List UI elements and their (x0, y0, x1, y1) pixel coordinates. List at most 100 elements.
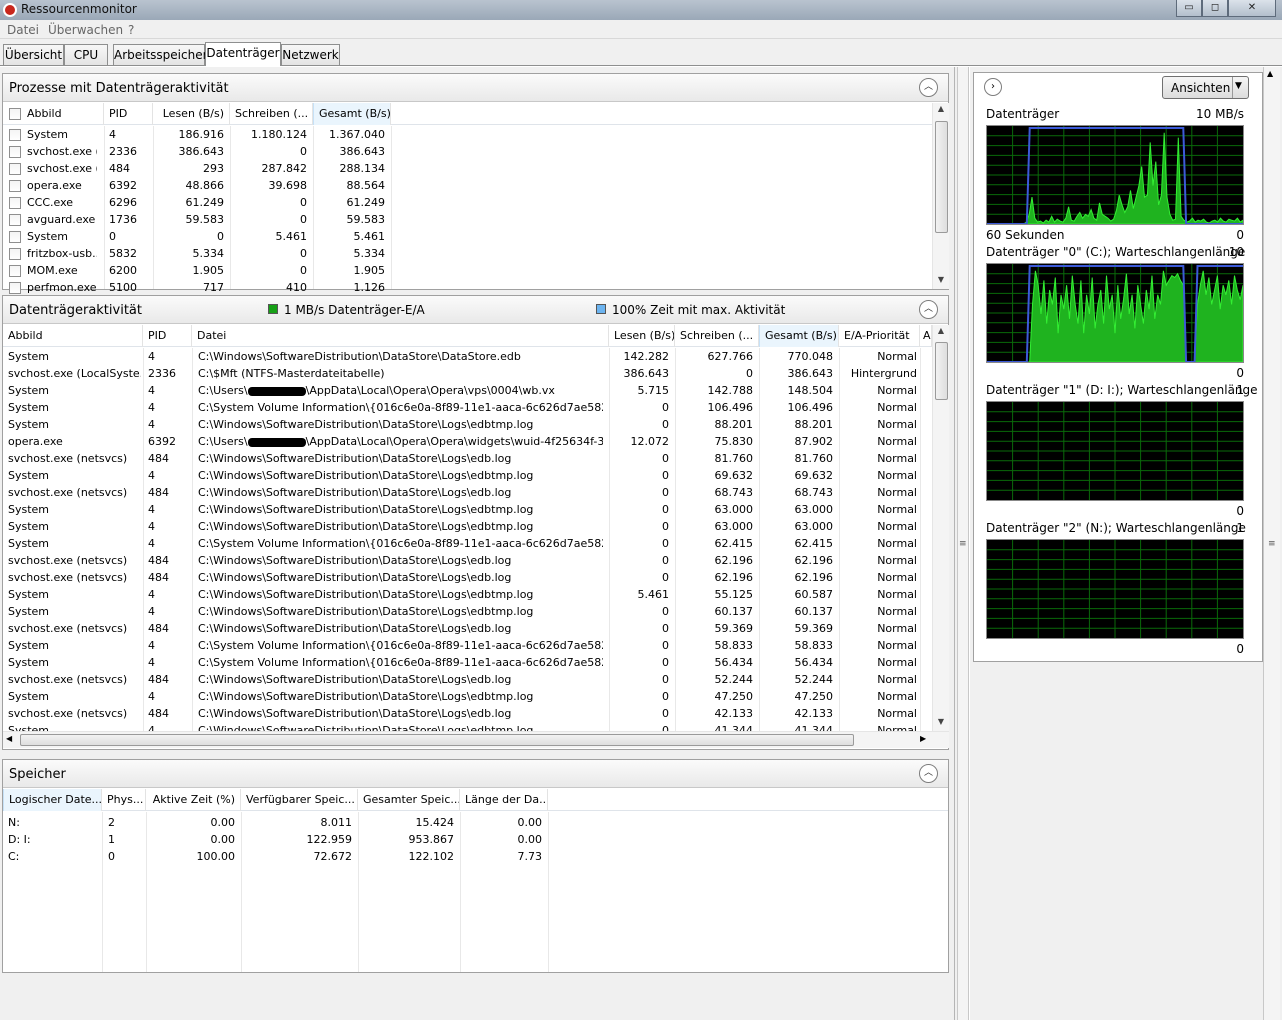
views-button[interactable]: Ansichten ▼ (1162, 76, 1249, 99)
activity-cell: 75.830 (714, 435, 754, 448)
scroll-right-icon[interactable]: ▶ (920, 734, 926, 743)
process-checkbox[interactable] (9, 129, 21, 141)
scroll-up-icon[interactable]: ▲ (933, 104, 949, 113)
col-schreiben[interactable]: Schreiben (... (230, 103, 313, 125)
process-checkbox[interactable] (9, 231, 21, 243)
process-checkbox[interactable] (9, 180, 21, 192)
process-row[interactable]: CCC.exe 6296 61.249 0 61.249 (3, 194, 931, 211)
processes-scrollbar[interactable]: ▲ ▼ (932, 103, 949, 289)
collapse-storage-button[interactable]: ︿ (919, 764, 938, 783)
process-row[interactable]: avguard.exe 1736 59.583 0 59.583 (3, 211, 931, 228)
activity-cell: Normal (877, 503, 917, 516)
activity-cell: Normal (877, 656, 917, 669)
col-laenge-warteschlange[interactable]: Länge der Da... (460, 789, 548, 811)
process-cell: 2336 (109, 145, 137, 158)
process-row[interactable]: System 0 0 5.461 5.461 (3, 228, 931, 245)
storage-cell: 0.00 (210, 816, 236, 829)
col-pid[interactable]: PID (143, 325, 192, 347)
activity-cell: 55.125 (714, 588, 754, 601)
menu-ueberwachen[interactable]: Überwachen (48, 23, 123, 37)
col-lesen[interactable]: Lesen (B/s) (153, 103, 230, 125)
storage-cell: 0 (108, 850, 115, 863)
tab-cpu[interactable]: CPU (64, 44, 108, 65)
storage-row[interactable]: N: 2 0.00 8.011 15.424 0.00 (3, 814, 947, 831)
file-path-part: C:\Windows\SoftwareDistribution\DataStor… (198, 452, 512, 465)
col-lesen[interactable]: Lesen (B/s) (609, 325, 675, 347)
activity-cell: 68.743 (794, 486, 834, 499)
col-gesamter-speicher[interactable]: Gesamter Speic... (358, 789, 460, 811)
col-schreiben[interactable]: Schreiben (... (675, 325, 759, 347)
menu-help[interactable]: ? (128, 23, 134, 37)
tab-netzwerk[interactable]: Netzwerk (281, 44, 340, 65)
graph-disk-min: 0 (1236, 228, 1244, 242)
activity-cell: 106.496 (787, 401, 834, 414)
process-row[interactable]: perfmon.exe 5100 717 410 1.126 (3, 279, 931, 296)
processes-scroll-thumb[interactable] (935, 121, 948, 233)
expand-graphs-button[interactable]: › (984, 78, 1002, 96)
col-logischer-datentraeger[interactable]: Logischer Date... (3, 789, 102, 811)
activity-cell: 142.282 (623, 350, 670, 363)
tab-arbeitsspeicher[interactable]: Arbeitsspeicher (113, 44, 208, 65)
activity-header[interactable]: Datenträgeraktivität 1 MB/s Datenträger-… (3, 296, 948, 324)
col-a[interactable]: A (920, 325, 932, 347)
storage-row[interactable]: D: I: 1 0.00 122.959 953.867 0.00 (3, 831, 947, 848)
scroll-down-icon[interactable]: ▼ (933, 717, 949, 726)
activity-scroll-thumb[interactable] (935, 342, 948, 400)
activity-cell: svchost.exe (netsvcs) (8, 554, 128, 567)
tab-uebersicht[interactable]: Übersicht (3, 44, 64, 65)
process-row[interactable]: svchost.exe (... 484 293 287.842 288.134 (3, 160, 931, 177)
col-aktive-zeit[interactable]: Aktive Zeit (%) (146, 789, 241, 811)
process-row[interactable]: System 4 186.916 1.180.124 1.367.040 (3, 126, 931, 143)
dropdown-arrow-icon[interactable]: ▼ (1235, 81, 1242, 91)
process-row[interactable]: MOM.exe 6200 1.905 0 1.905 (3, 262, 931, 279)
processes-title: Prozesse mit Datenträgeraktivität (9, 81, 229, 96)
select-all-checkbox[interactable] (9, 108, 21, 120)
process-cell: 59.583 (185, 213, 225, 226)
graph-disk-timespan: 60 Sekunden (986, 228, 1065, 242)
col-verfuegbarer-speicher[interactable]: Verfügbarer Speic... (241, 789, 358, 811)
col-pid[interactable]: PID (104, 103, 153, 125)
col-prioritaet[interactable]: E/A-Priorität (839, 325, 920, 347)
scroll-up-icon[interactable]: ▲ (1267, 69, 1273, 78)
close-button[interactable]: ✕ (1228, 0, 1276, 17)
col-physisch[interactable]: Phys... (102, 789, 146, 811)
process-checkbox[interactable] (9, 214, 21, 226)
processes-header[interactable]: Prozesse mit Datenträgeraktivität ︿ (3, 74, 948, 102)
activity-cell: svchost.exe (netsvcs) (8, 622, 128, 635)
file-path-part: C:\Windows\SoftwareDistribution\DataStor… (198, 503, 534, 516)
process-checkbox[interactable] (9, 163, 21, 175)
collapse-processes-button[interactable]: ︿ (919, 78, 938, 97)
process-checkbox[interactable] (9, 282, 21, 294)
tab-datentraeger[interactable]: Datenträger (205, 42, 281, 66)
process-checkbox[interactable] (9, 146, 21, 158)
col-abbild[interactable]: Abbild (3, 325, 143, 347)
maximize-button[interactable]: ◻ (1202, 0, 1228, 17)
activity-cell: System (8, 520, 50, 533)
minimize-button[interactable]: ▭ (1176, 0, 1202, 17)
process-row[interactable]: svchost.exe (... 2336 386.643 0 386.643 (3, 143, 931, 160)
file-path-part: C:\Windows\SoftwareDistribution\DataStor… (198, 554, 512, 567)
process-checkbox[interactable] (9, 197, 21, 209)
scroll-left-icon[interactable]: ◀ (6, 734, 12, 743)
col-datei[interactable]: Datei (192, 325, 609, 347)
right-splitter[interactable]: ▲ ≡ (1263, 67, 1280, 1020)
menu-datei[interactable]: Datei (7, 23, 39, 37)
pane-splitter[interactable]: ≡ (952, 67, 969, 1020)
activity-scrollbar[interactable]: ▲ ▼ (932, 325, 949, 731)
activity-hscrollbar[interactable]: ◀ ▶ (3, 731, 949, 748)
activity-cell: svchost.exe (netsvcs) (8, 486, 128, 499)
storage-header[interactable]: Speicher ︿ (3, 760, 948, 788)
storage-row[interactable]: C: 0 100.00 72.672 122.102 7.73 (3, 848, 947, 865)
activity-hscroll-thumb[interactable] (20, 734, 854, 746)
col-gesamt[interactable]: Gesamt (B/s) (313, 103, 391, 125)
activity-cell: 4 (148, 503, 155, 516)
scroll-up-icon[interactable]: ▲ (933, 326, 949, 335)
process-checkbox[interactable] (9, 265, 21, 277)
process-row[interactable]: opera.exe 6392 48.866 39.698 88.564 (3, 177, 931, 194)
process-checkbox[interactable] (9, 248, 21, 260)
col-gesamt[interactable]: Gesamt (B/s) (759, 325, 839, 347)
process-cell: 48.866 (185, 179, 225, 192)
process-row[interactable]: fritzbox-usb... 5832 5.334 0 5.334 (3, 245, 931, 262)
scroll-down-icon[interactable]: ▼ (933, 275, 949, 284)
collapse-activity-button[interactable]: ︿ (919, 300, 938, 319)
